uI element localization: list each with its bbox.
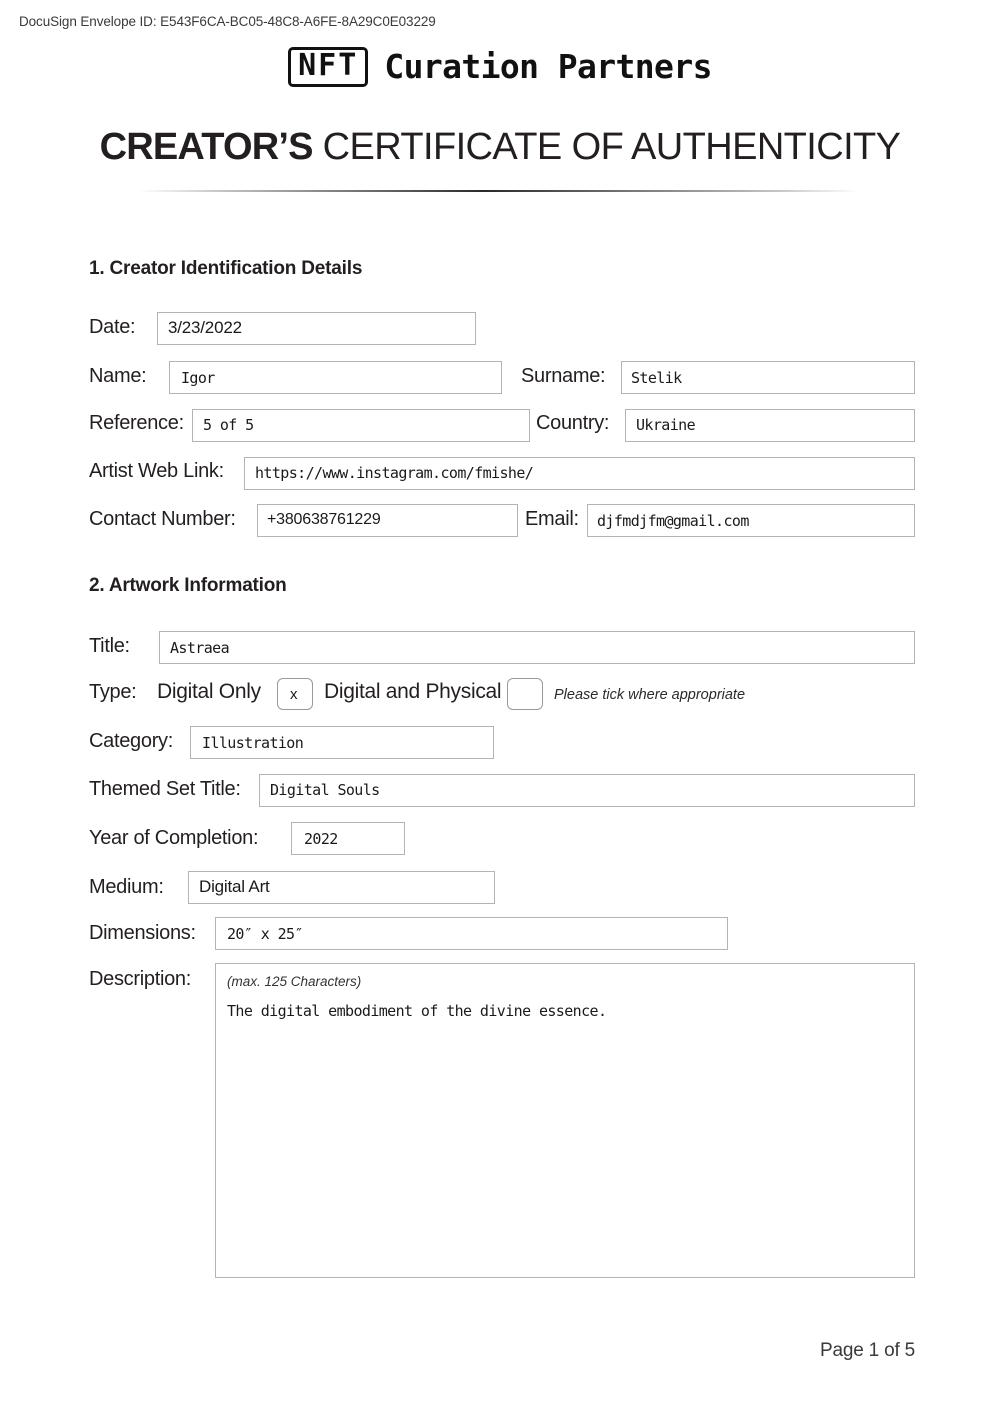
dimensions-value: 20″ x 25″: [227, 925, 303, 943]
label-surname: Surname:: [521, 365, 606, 387]
artwork-title-input[interactable]: [159, 631, 915, 664]
medium-value: Digital Art: [199, 877, 270, 896]
name-input[interactable]: [169, 361, 502, 394]
docusign-envelope-id: DocuSign Envelope ID: E543F6CA-BC05-48C8…: [19, 14, 436, 29]
artwork-title-value: Astraea: [170, 639, 230, 657]
page-number-footer: Page 1 of 5: [820, 1340, 915, 1361]
reference-value: 5 of 5: [203, 416, 254, 434]
certificate-page: DocuSign Envelope ID: E543F6CA-BC05-48C8…: [0, 0, 1000, 1414]
country-value: Ukraine: [636, 416, 696, 434]
label-type: Type:: [89, 681, 137, 703]
email-value: djfmdjfm@gmail.com: [597, 512, 749, 530]
surname-value: Stelik: [631, 369, 682, 387]
label-themed-set-title: Themed Set Title:: [89, 778, 241, 800]
label-category: Category:: [89, 730, 174, 752]
label-date: Date:: [89, 316, 136, 338]
checkbox-digital-and-physical[interactable]: [507, 678, 543, 710]
label-reference: Reference:: [89, 412, 184, 434]
brand-logo: NFT Curation Partners: [0, 47, 1000, 87]
label-year-of-completion: Year of Completion:: [89, 827, 259, 849]
label-contact-number: Contact Number:: [89, 508, 236, 530]
artist-web-link-value: https://www.instagram.com/fmishe/: [255, 464, 534, 482]
page-title-light: CERTIFICATE OF AUTHENTICITY: [322, 126, 901, 168]
type-tick-note: Please tick where appropriate: [554, 687, 746, 703]
type-option-digital-and-physical: Digital and Physical: [324, 680, 502, 703]
page-title: CREATOR’S CERTIFICATE OF AUTHENTICITY: [0, 126, 1000, 169]
description-value: The digital embodiment of the divine ess…: [227, 1002, 607, 1020]
label-artist-web-link: Artist Web Link:: [89, 460, 224, 482]
date-value: 3/23/2022: [168, 318, 242, 337]
year-of-completion-value: 2022: [304, 830, 338, 848]
section-1-heading: 1. Creator Identification Details: [89, 258, 363, 279]
category-value: Illustration: [202, 734, 304, 752]
nft-badge-icon: NFT: [288, 47, 369, 87]
themed-set-title-value: Digital Souls: [270, 781, 380, 799]
title-divider: [138, 190, 860, 192]
type-option-digital-only: Digital Only: [157, 680, 261, 703]
page-title-strong: CREATOR’S: [99, 126, 314, 168]
contact-number-value: +380638761229: [267, 511, 381, 528]
label-dimensions: Dimensions:: [89, 922, 196, 944]
name-value: Igor: [181, 369, 215, 387]
label-country: Country:: [536, 412, 610, 434]
label-medium: Medium:: [89, 876, 164, 898]
section-2-heading: 2. Artwork Information: [89, 575, 287, 596]
label-name: Name:: [89, 365, 147, 387]
checkbox-digital-only-mark: x: [290, 686, 298, 703]
label-description: Description:: [89, 968, 191, 990]
label-email: Email:: [525, 508, 579, 530]
brand-name: Curation Partners: [384, 47, 712, 87]
label-artwork-title: Title:: [89, 635, 130, 657]
description-char-limit-hint: (max. 125 Characters): [227, 974, 362, 989]
